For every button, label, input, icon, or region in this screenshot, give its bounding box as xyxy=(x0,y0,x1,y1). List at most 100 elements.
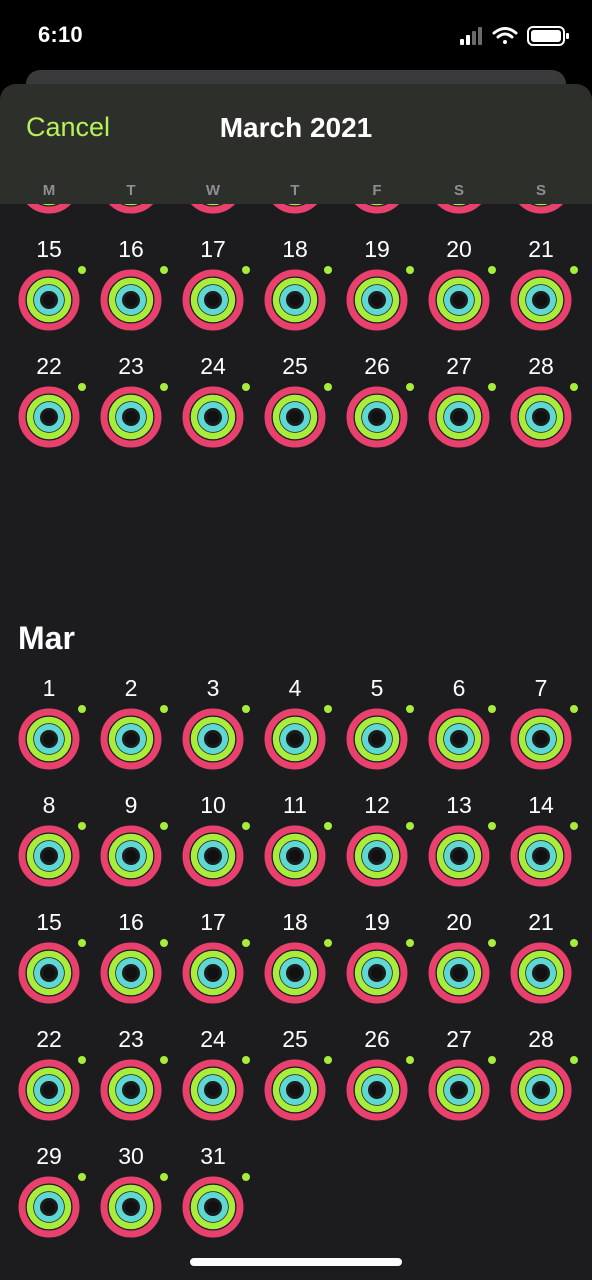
stand-dot-icon xyxy=(488,1056,496,1064)
day-cell[interactable]: 28 xyxy=(506,1026,578,1136)
day-number: 5 xyxy=(370,675,384,701)
day-cell[interactable]: 15 xyxy=(14,236,86,346)
home-indicator[interactable] xyxy=(190,1258,402,1266)
calendar-sheet: 1234567891011121314151617181920212223242… xyxy=(0,84,592,1280)
day-cell[interactable]: 29 xyxy=(14,1143,86,1253)
day-cell[interactable]: 9 xyxy=(96,792,168,902)
activity-rings-icon xyxy=(510,386,572,448)
activity-rings-icon xyxy=(428,269,490,331)
day-cell[interactable]: 19 xyxy=(342,909,414,1019)
day-number: 14 xyxy=(528,792,554,818)
day-cell[interactable]: 13 xyxy=(424,792,496,902)
day-cell[interactable]: 22 xyxy=(14,1026,86,1136)
activity-rings-icon xyxy=(510,1059,572,1121)
activity-rings-icon xyxy=(264,708,326,770)
day-cell[interactable]: 1 xyxy=(14,675,86,785)
day-number: 1 xyxy=(42,675,56,701)
day-cell[interactable]: 12 xyxy=(342,792,414,902)
day-cell[interactable]: 27 xyxy=(424,1026,496,1136)
ring-center xyxy=(453,411,465,423)
stand-dot-icon xyxy=(406,1056,414,1064)
activity-rings-icon xyxy=(18,1059,80,1121)
day-cell[interactable]: 20 xyxy=(424,236,496,346)
day-cell[interactable]: 6 xyxy=(424,675,496,785)
activity-rings-icon xyxy=(346,1059,408,1121)
day-cell[interactable]: 18 xyxy=(260,236,332,346)
day-cell[interactable]: 25 xyxy=(260,353,332,463)
activity-rings-icon xyxy=(182,1176,244,1238)
activity-rings-icon xyxy=(346,269,408,331)
day-cell[interactable]: 18 xyxy=(260,909,332,1019)
ring-center xyxy=(207,1201,219,1213)
activity-rings-icon xyxy=(182,825,244,887)
day-cell[interactable]: 10 xyxy=(178,792,250,902)
activity-rings-icon xyxy=(264,269,326,331)
ring-center xyxy=(371,850,383,862)
weekday-row: M T W T F S S xyxy=(0,182,592,202)
day-cell[interactable]: 24 xyxy=(178,1026,250,1136)
weekday-label: T xyxy=(126,182,136,199)
stand-dot-icon xyxy=(78,383,86,391)
day-cell[interactable]: 22 xyxy=(14,353,86,463)
day-cell[interactable]: 14 xyxy=(506,792,578,902)
day-cell[interactable]: 20 xyxy=(424,909,496,1019)
day-cell[interactable]: 30 xyxy=(96,1143,168,1253)
activity-rings-icon xyxy=(182,386,244,448)
day-cell[interactable]: 3 xyxy=(178,675,250,785)
day-cell[interactable]: 11 xyxy=(260,792,332,902)
activity-rings-icon xyxy=(100,269,162,331)
activity-rings-icon xyxy=(346,942,408,1004)
day-number: 24 xyxy=(200,1026,226,1052)
day-cell[interactable]: 28 xyxy=(506,353,578,463)
day-cell[interactable]: 19 xyxy=(342,236,414,346)
ring-center xyxy=(371,1084,383,1096)
activity-rings-icon xyxy=(18,386,80,448)
stand-dot-icon xyxy=(242,822,250,830)
ring-center xyxy=(535,1084,547,1096)
stand-dot-icon xyxy=(160,822,168,830)
day-number: 3 xyxy=(206,675,220,701)
day-cell[interactable]: 26 xyxy=(342,353,414,463)
day-cell[interactable]: 16 xyxy=(96,236,168,346)
day-number: 11 xyxy=(283,792,307,818)
day-cell[interactable]: 15 xyxy=(14,909,86,1019)
status-icons xyxy=(460,26,569,46)
day-cell[interactable]: 31 xyxy=(178,1143,250,1253)
calendar-scroll[interactable]: 1234567891011121314151617181920212223242… xyxy=(0,84,592,1280)
stand-dot-icon xyxy=(242,939,250,947)
month-label: Mar xyxy=(18,620,75,656)
ring-center xyxy=(535,967,547,979)
day-cell[interactable]: 17 xyxy=(178,909,250,1019)
day-cell[interactable]: 25 xyxy=(260,1026,332,1136)
stand-dot-icon xyxy=(78,822,86,830)
stand-dot-icon xyxy=(406,939,414,947)
day-cell[interactable]: 26 xyxy=(342,1026,414,1136)
day-cell[interactable]: 8 xyxy=(14,792,86,902)
stand-dot-icon xyxy=(324,1056,332,1064)
activity-rings-icon xyxy=(510,942,572,1004)
ring-center xyxy=(371,294,383,306)
stand-dot-icon xyxy=(160,1173,168,1181)
day-cell[interactable]: 17 xyxy=(178,236,250,346)
day-number: 26 xyxy=(364,1026,390,1052)
day-cell[interactable]: 27 xyxy=(424,353,496,463)
day-cell[interactable]: 21 xyxy=(506,236,578,346)
day-cell[interactable]: 5 xyxy=(342,675,414,785)
page-title: March 2021 xyxy=(219,112,373,143)
day-cell[interactable]: 24 xyxy=(178,353,250,463)
ring-center xyxy=(289,733,301,745)
day-cell[interactable]: 4 xyxy=(260,675,332,785)
ring-center xyxy=(453,733,465,745)
activity-rings-icon xyxy=(428,942,490,1004)
day-cell[interactable]: 21 xyxy=(506,909,578,1019)
activity-rings-icon xyxy=(510,269,572,331)
ring-center xyxy=(535,411,547,423)
day-number: 26 xyxy=(364,353,390,379)
activity-rings-icon xyxy=(100,708,162,770)
day-cell[interactable]: 23 xyxy=(96,353,168,463)
day-cell[interactable]: 7 xyxy=(506,675,578,785)
day-cell[interactable]: 2 xyxy=(96,675,168,785)
day-cell[interactable]: 23 xyxy=(96,1026,168,1136)
stand-dot-icon xyxy=(570,1056,578,1064)
day-cell[interactable]: 16 xyxy=(96,909,168,1019)
